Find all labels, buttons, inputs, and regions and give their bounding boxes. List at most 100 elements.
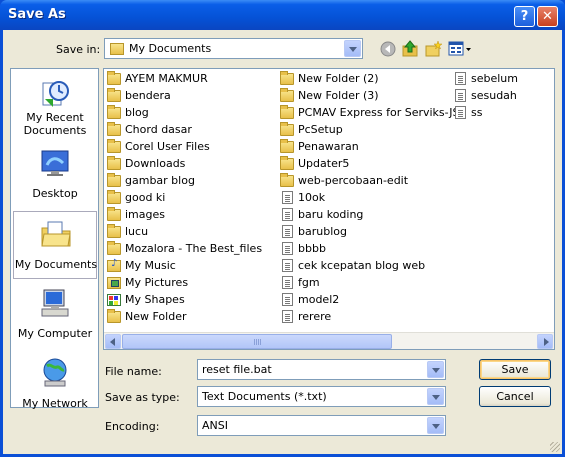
item-name: bendera [125,89,171,102]
up-folder-icon[interactable] [401,40,419,58]
place-my-network[interactable]: My Network [13,351,97,419]
folder-icon [107,156,121,170]
chevron-down-icon[interactable] [344,40,361,57]
horizontal-scrollbar[interactable] [104,332,554,349]
item-name: good ki [125,191,166,204]
item-name: Downloads [125,157,186,170]
folder-icon [280,173,294,187]
place-desktop[interactable]: Desktop [13,141,97,209]
item-name: ss [471,106,483,119]
folder-icon [110,43,124,55]
save-in-label: Save in: [56,43,101,56]
item-name: My Shapes [125,293,185,306]
folder-icon [280,139,294,153]
scroll-thumb[interactable] [122,334,392,349]
item-name: web-percobaan-edit [298,174,409,187]
item-name: lucu [125,225,149,238]
item-name: baru koding [298,208,364,221]
resize-grip[interactable] [550,442,560,452]
cancel-button[interactable]: Cancel [479,386,551,407]
item-name: fgm [298,276,320,289]
item-name: Penawaran [298,140,359,153]
folder-icon [280,156,294,170]
place-label: My Computer [17,327,93,340]
back-icon[interactable] [379,40,397,58]
item-name: images [125,208,165,221]
item-name: Chord dasar [125,123,192,136]
item-name: AYEM MAKMUR [125,72,208,85]
place-my-computer[interactable]: My Computer [13,281,97,349]
text-file-icon [282,259,293,272]
item-name: Updater5 [298,157,350,170]
file-list[interactable]: AYEM MAKMUR bendera blog Chord dasar Corel U… [103,68,555,350]
folder-icon [107,88,121,102]
save-button[interactable]: Save [479,359,551,380]
folder-icon [107,71,121,85]
place-my-documents[interactable]: My Documents [13,211,97,279]
item-name: blog [125,106,149,119]
help-button[interactable]: ? [514,6,535,27]
item-name: barublog [298,225,347,238]
folder-icon [107,241,121,255]
item-name: 10ok [298,191,326,204]
item-name: PcSetup [298,123,343,136]
title-bar[interactable]: Save As ? ✕ [0,0,565,30]
place-my-recent-documents[interactable]: My Recent Documents [13,71,97,139]
place-label: My Recent Documents [23,111,87,137]
recent-documents-icon [42,81,69,107]
desktop-icon [41,150,69,176]
text-file-icon [455,72,466,85]
folder-icon [107,173,121,187]
item-name: Corel User Files [125,140,210,153]
folder-icon [107,207,121,221]
item-name: Mozalora - The Best_files [125,242,263,255]
text-file-icon [282,276,293,289]
encoding-label: Encoding: [105,420,160,433]
places-bar: My Recent Documents Desktop My Documents [10,68,99,410]
shapes-folder-icon [107,294,121,306]
folder-icon [280,88,294,102]
item-name: My Music [125,259,176,272]
save-as-type-label: Save as type: [105,391,180,404]
text-file-icon [282,310,293,323]
text-file-icon [282,208,293,221]
text-file-icon [282,293,293,306]
chevron-down-icon[interactable] [427,388,444,405]
folder-icon [280,71,294,85]
my-network-icon [43,358,67,387]
chevron-down-icon[interactable] [427,417,444,434]
item-name: gambar blog [125,174,195,187]
window-title: Save As [8,7,66,22]
save-as-type-dropdown[interactable]: Text Documents (*.txt) [197,386,446,407]
save-in-value: My Documents [129,42,212,55]
item-name: New Folder (3) [298,89,379,102]
close-button[interactable]: ✕ [537,6,558,27]
file-name-value: reset file.bat [202,363,272,376]
save-as-type-value: Text Documents (*.txt) [202,390,327,403]
item-name: My Pictures [125,276,189,289]
folder-icon [107,105,121,119]
encoding-value: ANSI [202,419,228,432]
item-name: sebelum [471,72,518,85]
place-label: My Documents [14,258,98,271]
item-name: PCMAV Express for Serviks-JS [298,106,460,119]
file-name-field[interactable]: reset file.bat [197,359,446,380]
scroll-right-button[interactable] [537,334,553,349]
folder-icon [280,122,294,136]
folder-icon [107,122,121,136]
chevron-down-icon[interactable] [427,361,444,378]
item-name: New Folder (2) [298,72,379,85]
view-menu-icon[interactable] [448,40,472,58]
text-file-icon [455,106,466,119]
encoding-dropdown[interactable]: ANSI [197,415,446,436]
pictures-folder-icon [107,277,121,289]
scroll-left-button[interactable] [105,334,121,349]
item-name: cek kcepatan blog web [298,259,426,272]
text-file-icon [455,89,466,102]
file-name-label: File name: [105,365,162,378]
save-in-dropdown[interactable]: My Documents [104,38,363,59]
item-name: rerere [298,310,332,323]
new-folder-icon[interactable] [424,40,442,58]
item-name: bbbb [298,242,326,255]
text-file-icon [282,225,293,238]
